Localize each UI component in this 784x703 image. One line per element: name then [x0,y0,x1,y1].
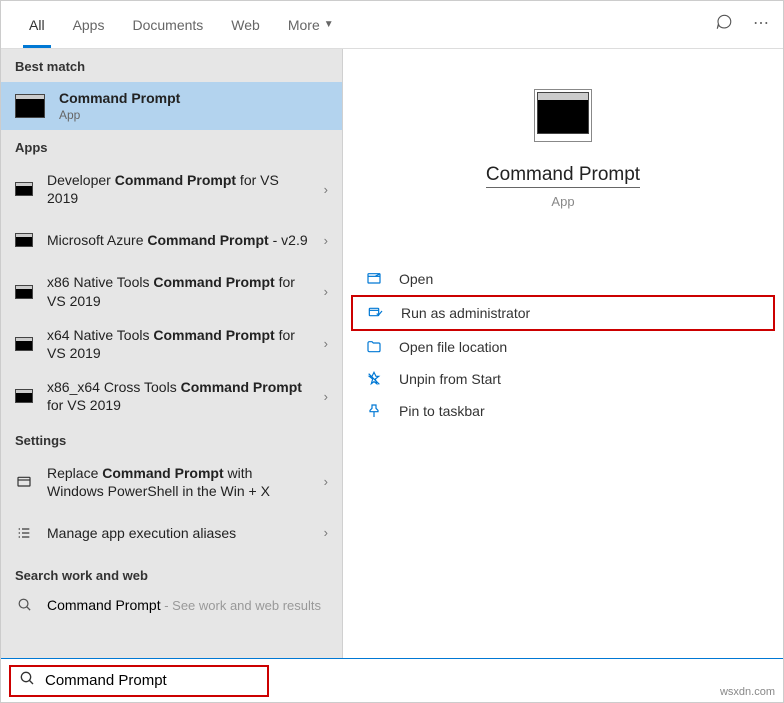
open-icon [365,271,383,287]
tab-web[interactable]: Web [217,1,274,48]
settings-result[interactable]: Manage app execution aliases › [1,508,342,558]
app-result[interactable]: Microsoft Azure Command Prompt - v2.9 › [1,215,342,265]
app-result-text: x64 Native Tools Command Prompt for VS 2… [47,326,328,362]
action-open-file-location[interactable]: Open file location [351,331,775,363]
command-prompt-icon [15,94,45,118]
settings-item-icon [15,474,33,490]
header-actions: ⋯ [715,13,769,36]
tab-documents[interactable]: Documents [118,1,217,48]
detail-panel: Command Prompt App Open Run as administr… [343,49,783,658]
chevron-right-icon: › [324,284,328,299]
best-match-subtitle: App [59,108,180,122]
action-pin-to-taskbar[interactable]: Pin to taskbar [351,395,775,427]
app-result[interactable]: Developer Command Prompt for VS 2019 › [1,163,342,215]
command-prompt-icon [15,285,33,299]
best-match-title: Command Prompt [59,90,180,106]
search-icon [19,670,35,691]
action-open[interactable]: Open [351,263,775,295]
search-tabs: All Apps Documents Web More▼ ⋯ [1,1,783,49]
results-panel: Best match Command Prompt App Apps Devel… [1,49,343,658]
action-unpin-from-start[interactable]: Unpin from Start [351,363,775,395]
command-prompt-icon [15,233,33,247]
settings-result[interactable]: Replace Command Prompt with Windows Powe… [1,456,342,508]
section-best-match: Best match [1,49,342,82]
folder-icon [365,339,383,355]
app-result[interactable]: x86_x64 Cross Tools Command Prompt for V… [1,370,342,422]
command-prompt-icon [15,337,33,351]
app-result-text: x86 Native Tools Command Prompt for VS 2… [47,273,328,309]
tab-apps[interactable]: Apps [59,1,119,48]
search-box[interactable] [9,665,269,697]
settings-result-text: Replace Command Prompt with Windows Powe… [47,464,328,500]
more-icon[interactable]: ⋯ [753,13,769,36]
search-icon [15,597,33,612]
pin-icon [365,403,383,419]
detail-actions: Open Run as administrator Open file loca… [343,263,783,427]
app-result-text: Developer Command Prompt for VS 2019 [47,171,328,207]
command-prompt-icon [537,92,589,134]
chevron-right-icon: › [324,525,328,540]
settings-item-icon [15,525,33,541]
search-bar [1,658,783,702]
feedback-icon[interactable] [715,13,733,36]
tab-all[interactable]: All [15,1,59,48]
chevron-right-icon: › [324,389,328,404]
command-prompt-icon [15,182,33,196]
section-settings: Settings [1,423,342,456]
command-prompt-icon [15,389,33,403]
action-run-as-administrator[interactable]: Run as administrator [351,295,775,331]
settings-result-text: Manage app execution aliases [47,524,328,542]
tab-more[interactable]: More▼ [274,1,348,48]
web-result-text: Command Prompt - See work and web result… [47,597,321,613]
detail-title: Command Prompt [486,164,640,188]
section-apps: Apps [1,130,342,163]
watermark: wsxdn.com [720,686,775,698]
app-result-text: Microsoft Azure Command Prompt - v2.9 [47,231,328,249]
best-match-item[interactable]: Command Prompt App [1,82,342,130]
chevron-down-icon: ▼ [324,19,334,30]
section-web: Search work and web [1,558,342,591]
search-input[interactable] [45,672,259,689]
admin-icon [367,305,385,321]
app-result[interactable]: x86 Native Tools Command Prompt for VS 2… [1,265,342,317]
chevron-right-icon: › [324,233,328,248]
unpin-icon [365,371,383,387]
detail-icon [534,89,592,142]
app-result[interactable]: x64 Native Tools Command Prompt for VS 2… [1,318,342,370]
web-result[interactable]: Command Prompt - See work and web result… [1,591,342,619]
chevron-right-icon: › [324,336,328,351]
detail-subtitle: App [551,194,574,209]
chevron-right-icon: › [324,182,328,197]
app-result-text: x86_x64 Cross Tools Command Prompt for V… [47,378,328,414]
chevron-right-icon: › [324,474,328,489]
